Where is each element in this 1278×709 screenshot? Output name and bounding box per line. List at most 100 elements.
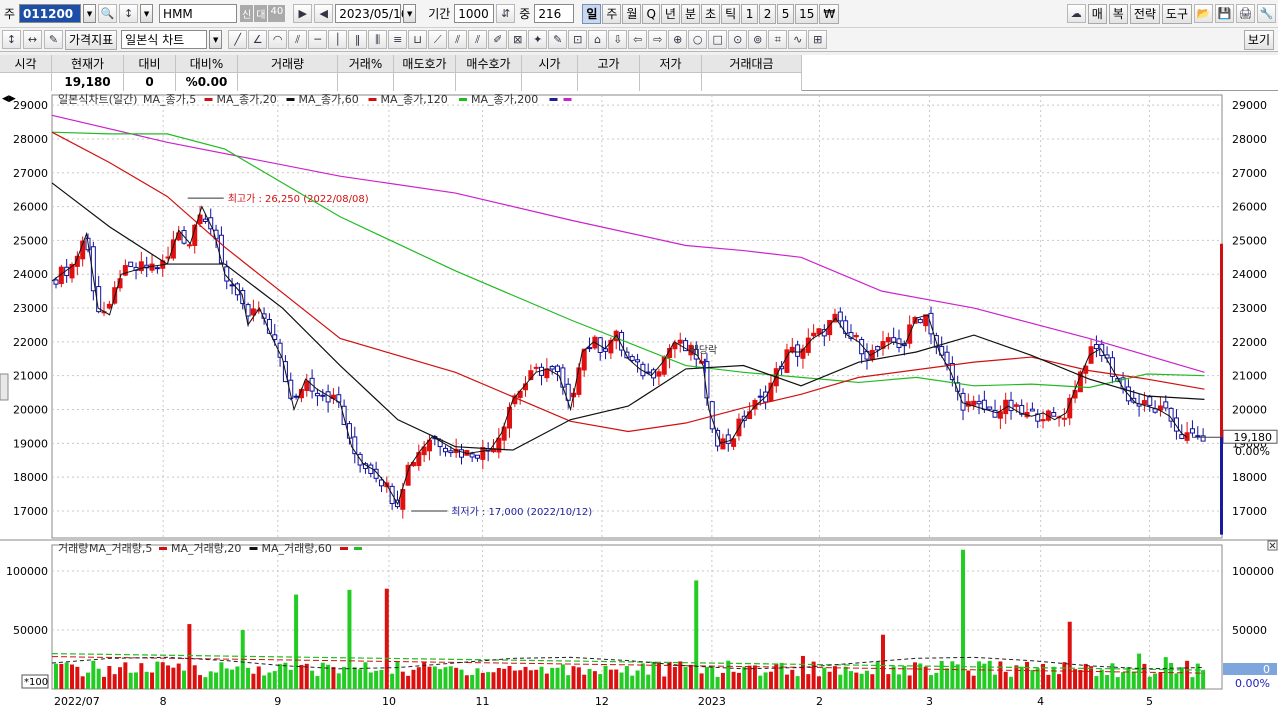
candle[interactable] bbox=[795, 344, 801, 357]
candle[interactable] bbox=[448, 450, 454, 454]
interval-tab-5[interactable]: 분 bbox=[680, 3, 701, 24]
drawing-tool-icon[interactable]: ≡ bbox=[388, 30, 408, 49]
candle[interactable] bbox=[378, 479, 384, 487]
drawing-tool-icon[interactable]: ⌂ bbox=[588, 30, 608, 49]
interval-tab-6[interactable]: 초 bbox=[701, 3, 721, 24]
back-icon[interactable]: ◀ bbox=[314, 4, 334, 23]
stock-name-field[interactable]: HMM bbox=[159, 4, 238, 23]
candle[interactable] bbox=[1163, 401, 1169, 409]
drawing-tool-icon[interactable]: ○ bbox=[688, 30, 708, 49]
candle[interactable] bbox=[885, 337, 891, 343]
middle-input[interactable]: 216 bbox=[534, 4, 575, 23]
candle[interactable] bbox=[293, 395, 299, 398]
period-input[interactable]: 1000 bbox=[454, 4, 495, 23]
drawing-tool-icon[interactable]: ✐ bbox=[488, 30, 508, 49]
candle[interactable] bbox=[917, 318, 923, 324]
candle[interactable] bbox=[816, 328, 822, 335]
drawing-tool-icon[interactable]: ◠ bbox=[268, 30, 288, 49]
candle[interactable] bbox=[149, 263, 155, 271]
drawing-tool-icon[interactable]: ‖ bbox=[348, 30, 368, 49]
candle[interactable] bbox=[976, 400, 982, 405]
candle[interactable] bbox=[981, 399, 987, 411]
price-panel[interactable] bbox=[51, 94, 1223, 539]
candle[interactable] bbox=[811, 332, 817, 337]
candle[interactable] bbox=[218, 234, 224, 264]
candle[interactable] bbox=[1147, 396, 1153, 406]
interval-tab-10[interactable]: 5 bbox=[777, 3, 795, 24]
candle[interactable] bbox=[1061, 417, 1067, 420]
candle[interactable] bbox=[720, 438, 726, 450]
candle[interactable] bbox=[224, 266, 230, 282]
interval-tab-9[interactable]: 2 bbox=[759, 3, 777, 24]
drawing-tool-icon[interactable]: ⊡ bbox=[568, 30, 588, 49]
candle[interactable] bbox=[576, 367, 582, 395]
drawing-tool-icon[interactable]: ⇨ bbox=[648, 30, 668, 49]
drawing-tool-icon[interactable]: ✎ bbox=[548, 30, 568, 49]
candle[interactable] bbox=[656, 371, 662, 377]
candle[interactable] bbox=[533, 366, 539, 369]
drawing-tool-icon[interactable]: ⫼ bbox=[368, 30, 388, 49]
interval-tab-12[interactable]: ₩ bbox=[819, 3, 840, 24]
interval-tab-3[interactable]: Q bbox=[642, 3, 660, 24]
drawing-tool-icon[interactable]: ∠ bbox=[248, 30, 268, 49]
candle[interactable] bbox=[549, 365, 555, 370]
candle[interactable] bbox=[320, 394, 326, 397]
interval-tab-8[interactable]: 1 bbox=[741, 3, 759, 24]
candle[interactable] bbox=[346, 423, 352, 439]
candle[interactable] bbox=[629, 356, 635, 361]
candle[interactable] bbox=[442, 447, 448, 453]
drawing-tool-icon[interactable]: ⇩ bbox=[608, 30, 628, 49]
candle[interactable] bbox=[997, 411, 1003, 419]
edit-icon[interactable]: ✎ bbox=[44, 30, 63, 49]
candle[interactable] bbox=[469, 453, 475, 458]
drawing-tool-icon[interactable]: ⟋ bbox=[428, 30, 448, 49]
drawing-tool-icon[interactable]: ⫽ bbox=[448, 30, 468, 49]
candle[interactable] bbox=[1189, 428, 1195, 434]
drawing-tool-icon[interactable]: ⇦ bbox=[628, 30, 648, 49]
candle[interactable] bbox=[128, 261, 134, 268]
candle[interactable] bbox=[314, 392, 320, 397]
price-indicator-button[interactable]: 가격지표 bbox=[65, 29, 118, 50]
toolbar-button-0[interactable]: 매 bbox=[1087, 3, 1107, 24]
candle[interactable] bbox=[272, 334, 278, 340]
drawing-tool-icon[interactable]: ⊠ bbox=[508, 30, 528, 49]
print-icon[interactable]: 🖨 bbox=[1236, 4, 1255, 23]
view-button[interactable]: 보기 bbox=[1243, 29, 1274, 50]
candle[interactable] bbox=[587, 347, 593, 350]
interval-tab-4[interactable]: 년 bbox=[660, 3, 680, 24]
drawing-tool-icon[interactable]: ⊞ bbox=[808, 30, 828, 49]
candle[interactable] bbox=[891, 337, 897, 343]
drawing-tool-icon[interactable]: ⊚ bbox=[748, 30, 768, 49]
drawing-tool-icon[interactable]: ─ bbox=[308, 30, 328, 49]
candle[interactable] bbox=[581, 348, 587, 371]
candle[interactable] bbox=[1179, 434, 1185, 439]
candle[interactable] bbox=[875, 346, 881, 351]
candle[interactable] bbox=[245, 304, 251, 317]
candle[interactable] bbox=[1029, 408, 1035, 412]
drawing-tool-icon[interactable]: ⊕ bbox=[668, 30, 688, 49]
folder-icon[interactable]: 📂 bbox=[1194, 4, 1213, 23]
stock-code-input[interactable]: 011200 bbox=[19, 4, 82, 23]
drawing-tool-icon[interactable]: ⊔ bbox=[408, 30, 428, 49]
chart-type-dropdown[interactable]: ▼ bbox=[209, 30, 223, 49]
candle[interactable] bbox=[555, 365, 561, 373]
candle[interactable] bbox=[971, 400, 977, 406]
chart-area[interactable]: 17000 17000 18000 18000 19000 19000 20000 20000… bbox=[0, 91, 1278, 709]
interval-tab-7[interactable]: 틱 bbox=[721, 3, 741, 24]
wrench-icon[interactable]: 🔧 bbox=[1257, 4, 1276, 23]
interval-tab-11[interactable]: 15 bbox=[795, 3, 819, 24]
drawing-tool-icon[interactable]: □ bbox=[708, 30, 728, 49]
candle[interactable] bbox=[1200, 435, 1206, 442]
drawing-tool-icon[interactable]: ⌗ bbox=[768, 30, 788, 49]
candle[interactable] bbox=[725, 434, 731, 444]
drawing-tool-icon[interactable]: │ bbox=[328, 30, 348, 49]
play-icon[interactable]: ▶ bbox=[293, 4, 313, 23]
drawing-tool-icon[interactable]: ∿ bbox=[788, 30, 808, 49]
arrow-left-right-icon[interactable]: ↔ bbox=[23, 30, 42, 49]
candle[interactable] bbox=[1040, 419, 1046, 422]
candle[interactable] bbox=[560, 367, 566, 388]
candle[interactable] bbox=[458, 449, 464, 458]
toolbar-button-2[interactable]: 전략 bbox=[1129, 3, 1160, 24]
candle[interactable] bbox=[1168, 407, 1174, 422]
candle[interactable] bbox=[757, 395, 763, 398]
